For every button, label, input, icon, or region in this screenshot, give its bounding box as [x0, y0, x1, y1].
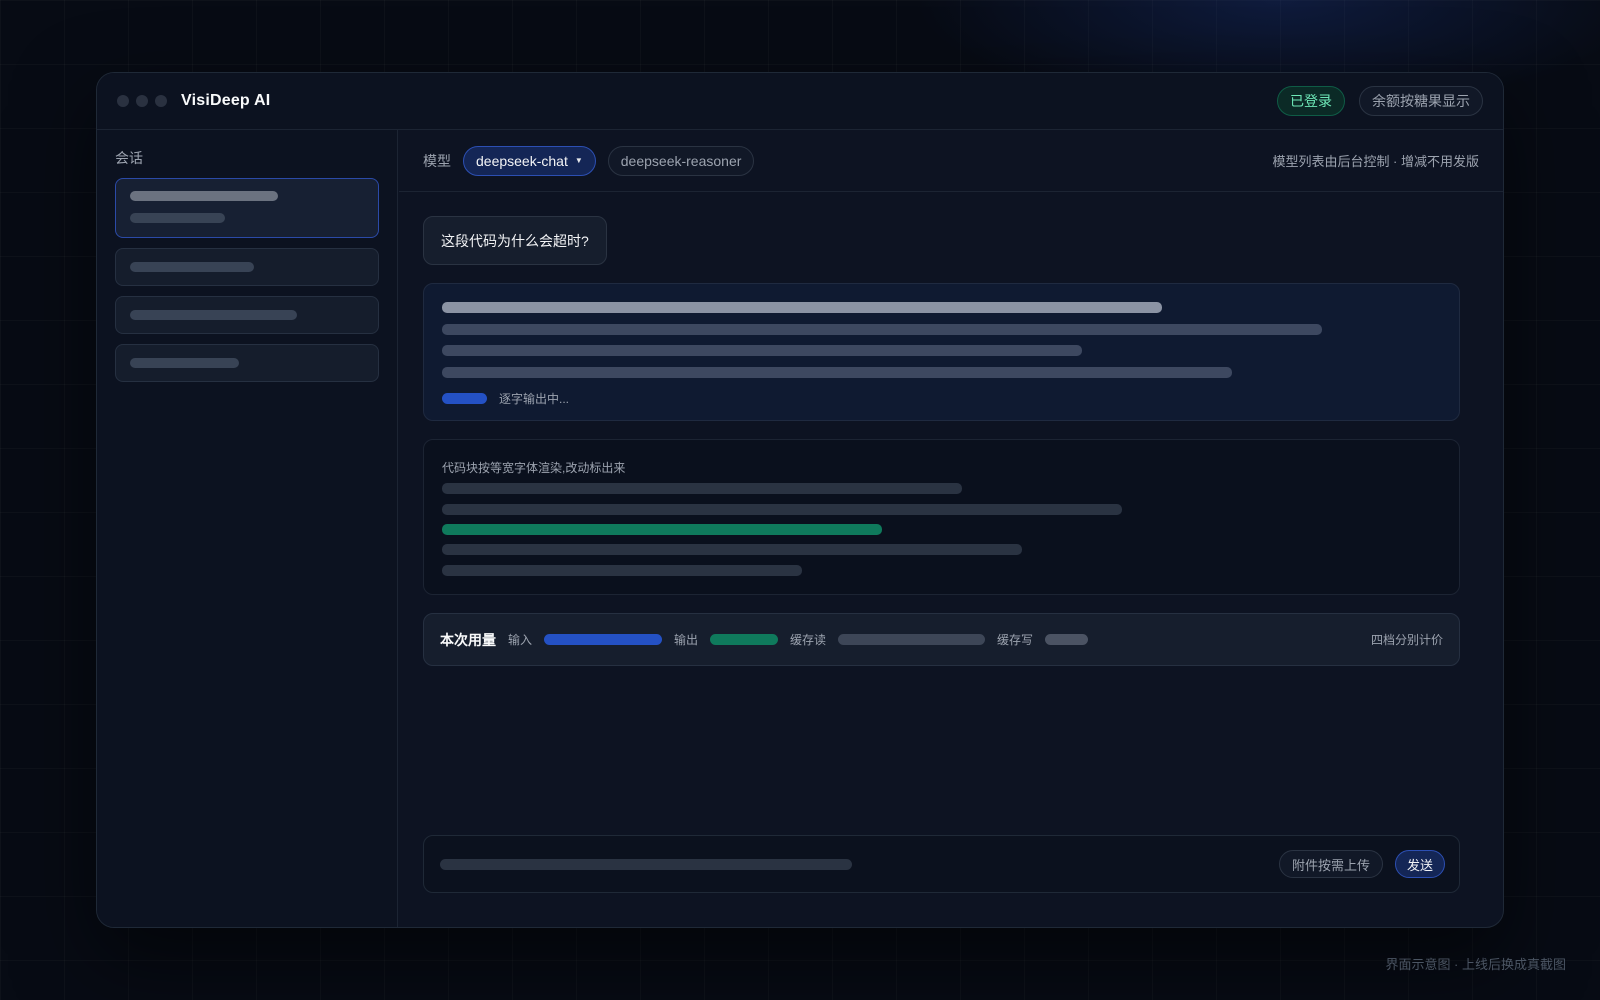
- main-panel: 模型 deepseek-chat ▼ deepseek-reasoner 模型列…: [399, 130, 1503, 927]
- conversation-item-active[interactable]: [115, 178, 379, 238]
- sidebar-label: 会话: [115, 150, 143, 166]
- conversation-item[interactable]: [115, 248, 379, 286]
- attach-button[interactable]: 附件按需上传: [1278, 850, 1383, 878]
- answer-line-placeholder: [442, 367, 1232, 378]
- usage-title: 本次用量: [440, 631, 496, 648]
- usage-input-bar: [544, 634, 663, 645]
- minimize-dot-icon[interactable]: [136, 95, 148, 107]
- code-block: 代码块按等宽字体渲染,改动标出来: [423, 439, 1460, 595]
- sidebar: 会话: [97, 130, 398, 927]
- close-dot-icon[interactable]: [117, 95, 129, 107]
- usage-panel: 本次用量 输入 输出 缓存读 缓存写 四档分别计价: [423, 613, 1460, 666]
- title-bar: VisiDeep AI 已登录 余额按糖果显示: [97, 73, 1503, 130]
- usage-cache-write-bar: [1045, 634, 1089, 645]
- model-bar: 模型 deepseek-chat ▼ deepseek-reasoner 模型列…: [399, 130, 1503, 192]
- code-block-caption: 代码块按等宽字体渲染,改动标出来: [442, 461, 626, 475]
- send-button[interactable]: 发送: [1394, 850, 1445, 878]
- title-bar-actions: 已登录 余额按糖果显示: [1277, 86, 1483, 116]
- usage-output-bar: [710, 634, 779, 645]
- conversation-title-placeholder: [130, 262, 254, 272]
- message-input[interactable]: [440, 858, 852, 870]
- user-message-text: 这段代码为什么会超时?: [441, 232, 589, 249]
- conversation-item[interactable]: [115, 344, 379, 382]
- assistant-message: 逐字输出中...: [423, 283, 1460, 421]
- streaming-status: 逐字输出中...: [499, 392, 570, 406]
- app-title: VisiDeep AI: [181, 92, 271, 109]
- usage-cache-read-bar: [838, 634, 986, 645]
- conversation-title-placeholder: [130, 358, 239, 368]
- model-chip-deepseek-chat[interactable]: deepseek-chat ▼: [463, 145, 596, 176]
- answer-line-placeholder: [442, 302, 1162, 313]
- conversation-title-placeholder: [130, 310, 297, 320]
- window-controls: [117, 95, 167, 107]
- conversation-item[interactable]: [115, 296, 379, 334]
- message-composer[interactable]: 附件按需上传 发送: [423, 835, 1460, 893]
- answer-line-placeholder: [442, 324, 1322, 335]
- model-chip-deepseek-reasoner[interactable]: deepseek-reasoner: [607, 145, 755, 176]
- code-line-placeholder: [442, 544, 1022, 555]
- user-message: 这段代码为什么会超时?: [423, 216, 607, 265]
- model-list-note: 模型列表由后台控制 · 增减不用发版: [1272, 154, 1479, 169]
- app-window: VisiDeep AI 已登录 余额按糖果显示 会话 模型 deepseek-c…: [96, 72, 1504, 928]
- maximize-dot-icon[interactable]: [155, 95, 167, 107]
- usage-cache-read-label: 缓存读: [790, 633, 827, 647]
- usage-input-label: 输入: [508, 633, 533, 647]
- balance-badge[interactable]: 余额按糖果显示: [1359, 86, 1483, 116]
- code-line-placeholder: [442, 504, 1122, 515]
- streaming-pill-icon: [442, 393, 487, 404]
- answer-line-placeholder: [442, 345, 1082, 356]
- code-line-changed: [442, 524, 882, 535]
- usage-pricing-note: 四档分别计价: [1370, 633, 1443, 647]
- login-status-badge[interactable]: 已登录: [1277, 86, 1345, 116]
- usage-output-label: 输出: [674, 633, 699, 647]
- conversation-title-placeholder: [130, 191, 278, 201]
- model-chip-label: deepseek-chat: [476, 152, 568, 169]
- code-line-placeholder: [442, 565, 802, 576]
- footer-note: 界面示意图 · 上线后换成真截图: [1385, 957, 1566, 972]
- usage-cache-write-label: 缓存写: [997, 633, 1034, 647]
- caret-down-icon: ▼: [574, 156, 583, 165]
- model-chip-label: deepseek-reasoner: [620, 152, 742, 169]
- code-line-placeholder: [442, 483, 962, 494]
- streaming-indicator: 逐字输出中...: [442, 390, 569, 407]
- model-label: 模型: [423, 152, 451, 169]
- conversation-subtitle-placeholder: [130, 213, 225, 223]
